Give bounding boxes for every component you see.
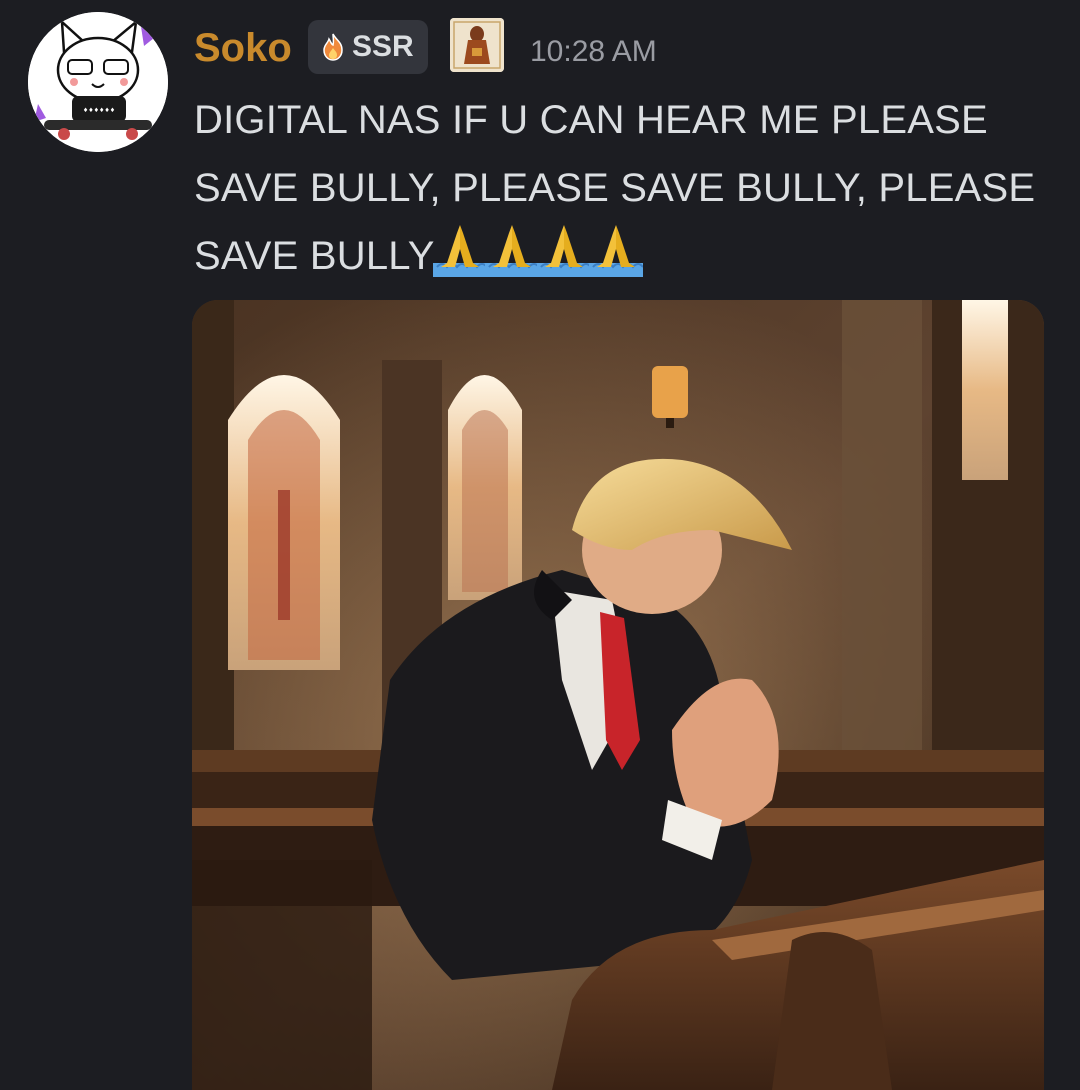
avatar-cat-skateboard-icon: ♦♦♦♦♦♦ [28, 12, 168, 152]
folded-hands-icon [536, 225, 591, 277]
folded-hands-icon [432, 225, 487, 277]
folded-hands-icon [588, 225, 643, 277]
avatar[interactable]: ♦♦♦♦♦♦ [28, 12, 168, 152]
praying-in-church-image [192, 300, 1044, 1090]
album-art [450, 18, 504, 72]
fire-icon [323, 33, 343, 61]
image-attachment[interactable] [192, 300, 1044, 1090]
timestamp: 10:28 AM [530, 35, 657, 68]
album-cover-icon[interactable] [450, 18, 504, 72]
author-name[interactable]: Soko [194, 22, 292, 74]
tag-label: SSR [352, 30, 414, 63]
svg-text:♦♦♦♦♦♦: ♦♦♦♦♦♦ [83, 107, 115, 114]
user-tag[interactable]: SSR [308, 20, 428, 74]
folded-hands-icon [484, 225, 539, 277]
message-content: DIGITAL NAS IF U CAN HEAR ME PLEASE SAVE… [194, 86, 1064, 290]
